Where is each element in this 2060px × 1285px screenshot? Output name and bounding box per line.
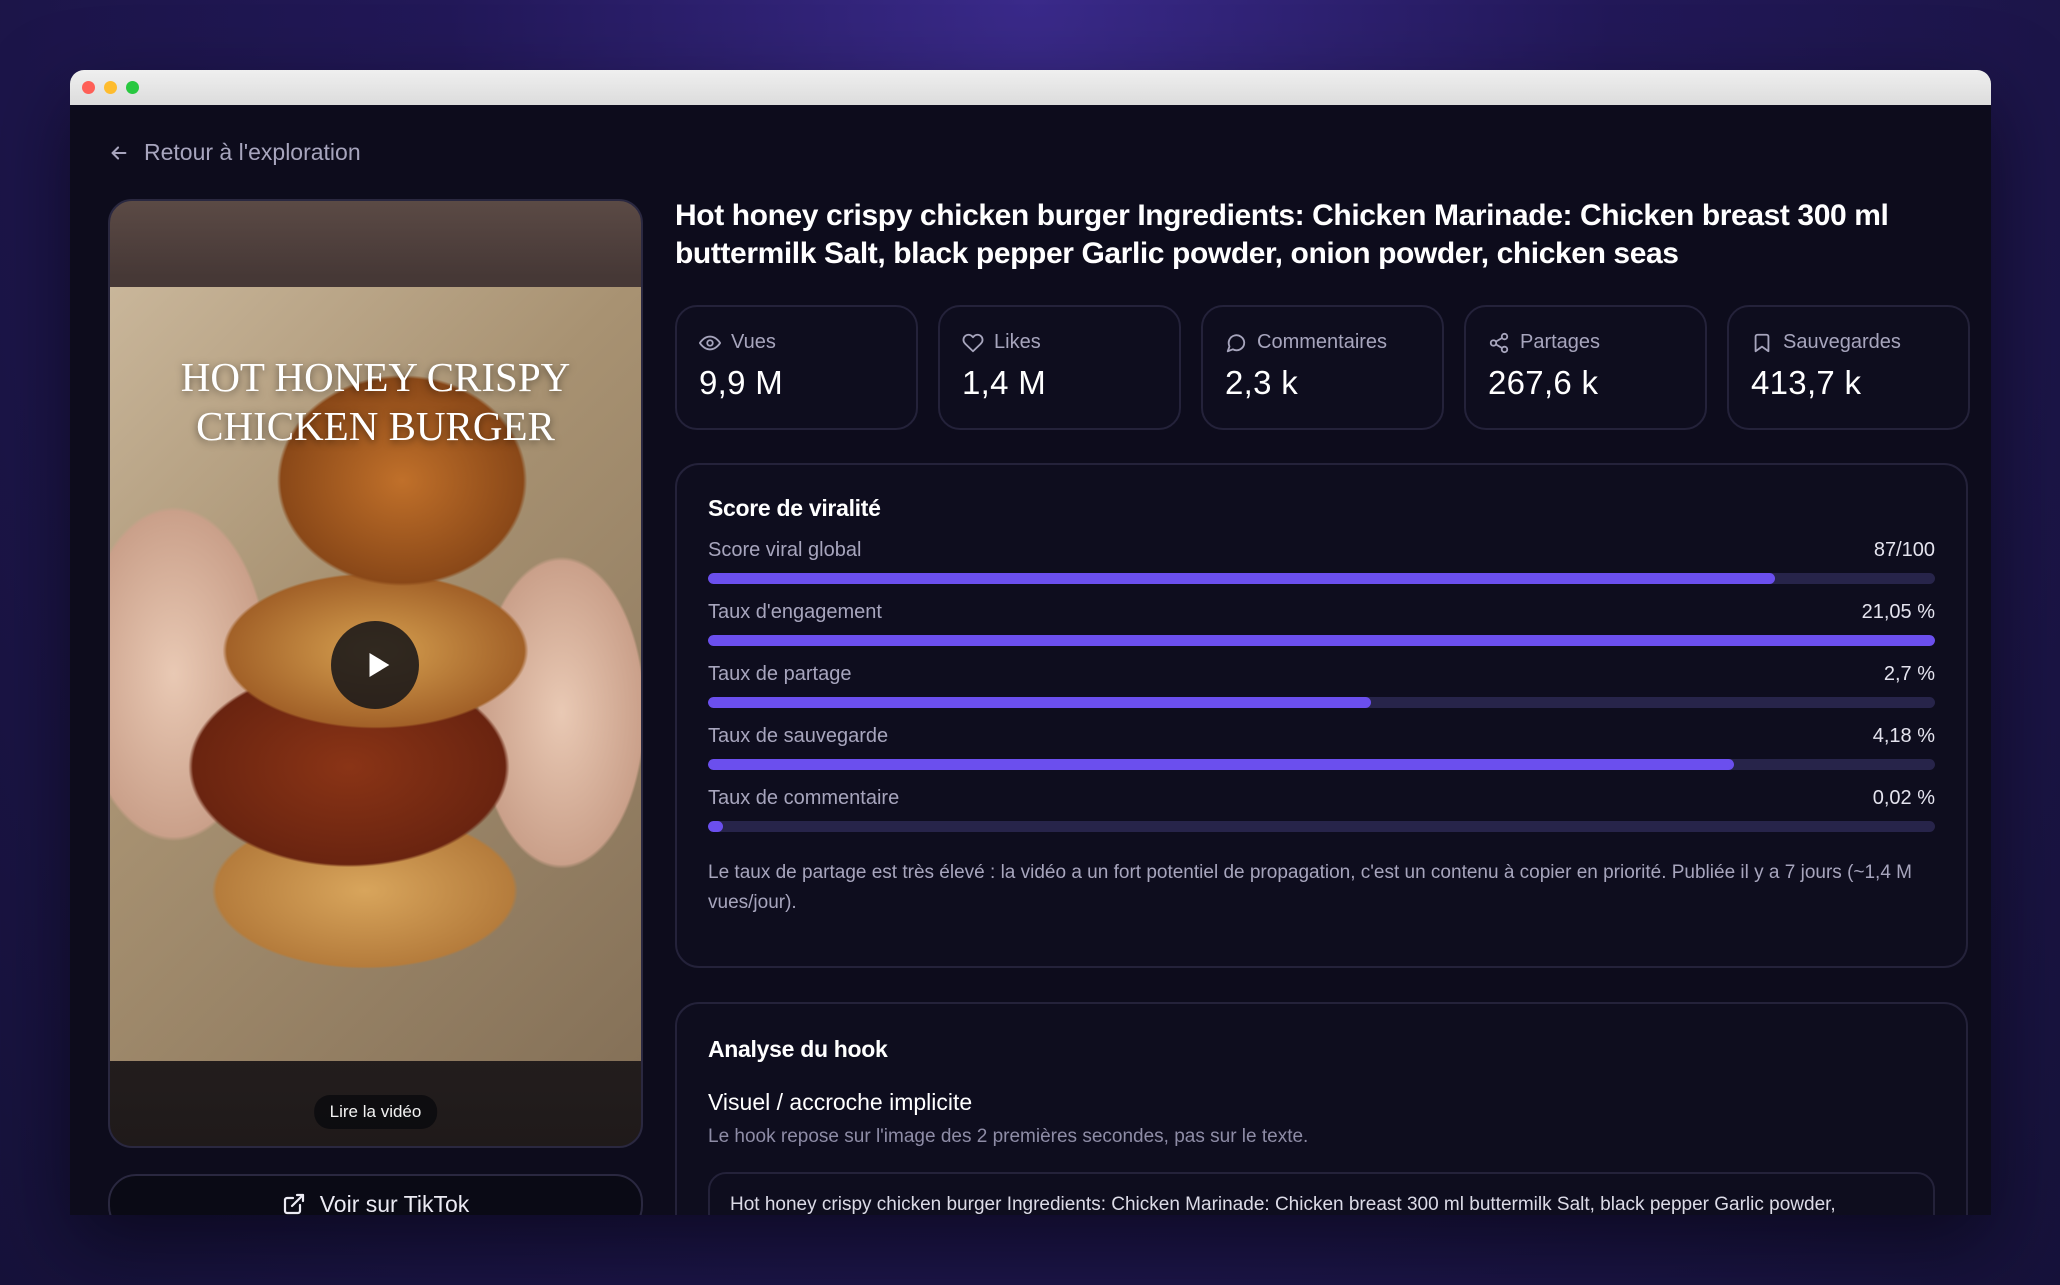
progress-bar (708, 635, 1935, 646)
stat-label: Sauvegardes (1783, 331, 1901, 353)
comment-icon (1226, 333, 1246, 352)
stat-label: Likes (994, 331, 1041, 353)
hook-panel: Analyse du hook Visuel / accroche implic… (675, 1002, 1968, 1215)
close-window-button[interactable] (82, 81, 95, 94)
progress-bar (708, 759, 1935, 770)
stat-card-likes: Likes 1,4 M (938, 305, 1181, 430)
metric-comment-rate: Taux de commentaire 0,02 % (708, 787, 1935, 832)
play-button[interactable] (331, 621, 419, 709)
virality-note: Le taux de partage est très élevé : la v… (708, 862, 1913, 913)
stat-card-shares: Partages 267,6 k (1464, 305, 1707, 430)
stat-label: Vues (731, 331, 776, 353)
metric-value: 21,05 % (1861, 601, 1935, 623)
arrow-left-icon (111, 145, 127, 160)
stat-label: Commentaires (1257, 331, 1388, 353)
progress-bar (708, 821, 1935, 832)
metric-label: Taux de partage (708, 663, 852, 685)
progress-fill (708, 635, 1935, 646)
metric-value: 2,7 % (1883, 663, 1935, 685)
hook-title: Analyse du hook (708, 1036, 888, 1062)
play-icon (369, 652, 389, 678)
stat-value: 2,3 k (1225, 364, 1299, 401)
progress-fill (708, 821, 723, 832)
progress-fill (708, 697, 1371, 708)
metric-label: Taux d'engagement (708, 601, 882, 623)
video-headline: Hot honey crispy chicken burger Ingredie… (675, 199, 1889, 270)
play-video-chip[interactable]: Lire la vidéo (313, 1095, 438, 1129)
hook-quote: Hot honey crispy chicken burger Ingredie… (708, 1172, 1935, 1215)
video-player[interactable]: HOT HONEY CRISPY CHICKEN BURGER Lire la … (108, 199, 643, 1148)
stat-value: 9,9 M (699, 364, 784, 401)
stat-card-views: Vues 9,9 M (675, 305, 918, 430)
bookmark-icon (1754, 333, 1770, 352)
hook-type: Visuel / accroche implicite (708, 1089, 973, 1115)
progress-bar (708, 697, 1935, 708)
stats-row: Vues 9,9 M Likes 1,4 M Commentaires 2,3 … (675, 305, 1970, 430)
page-content: Retour à l'exploration HOT HONEY CRISPY … (70, 105, 1991, 1215)
video-overlay-title: HOT HONEY CRISPY CHICKEN BURGER (180, 354, 571, 449)
stat-value: 267,6 k (1488, 364, 1599, 401)
stat-card-comments: Commentaires 2,3 k (1201, 305, 1444, 430)
metric-viral-score: Score viral global 87/100 (708, 539, 1935, 584)
minimize-window-button[interactable] (104, 81, 117, 94)
back-link-label: Retour à l'exploration (144, 139, 361, 165)
metric-engagement-rate: Taux d'engagement 21,05 % (708, 601, 1935, 646)
stat-value: 413,7 k (1751, 364, 1862, 401)
view-on-tiktok-label: Voir sur TikTok (319, 1190, 470, 1216)
metric-save-rate: Taux de sauvegarde 4,18 % (708, 725, 1935, 770)
metric-share-rate: Taux de partage 2,7 % (708, 663, 1935, 708)
maximize-window-button[interactable] (126, 81, 139, 94)
progress-bar (708, 573, 1935, 584)
stat-label: Partages (1520, 331, 1601, 353)
progress-fill (708, 573, 1776, 584)
eye-icon (699, 335, 721, 350)
view-on-tiktok-button[interactable]: Voir sur TikTok (108, 1174, 643, 1215)
metric-label: Taux de sauvegarde (708, 725, 889, 747)
external-link-icon (283, 1193, 304, 1215)
virality-title: Score de viralité (708, 495, 881, 521)
heart-icon (962, 333, 984, 352)
window-titlebar (70, 70, 1991, 105)
metric-label: Taux de commentaire (708, 787, 900, 809)
stat-card-saves: Sauvegardes 413,7 k (1727, 305, 1970, 430)
progress-fill (708, 759, 1734, 770)
metric-label: Score viral global (708, 539, 862, 561)
metric-value: 4,18 % (1872, 725, 1935, 747)
stat-value: 1,4 M (962, 364, 1047, 401)
metric-value: 87/100 (1873, 539, 1935, 561)
metric-value: 0,02 % (1872, 787, 1935, 809)
back-link[interactable]: Retour à l'exploration (108, 139, 361, 166)
share-icon (1489, 332, 1509, 353)
hook-description: Le hook repose sur l'image des 2 premièr… (708, 1126, 1309, 1147)
browser-window: Retour à l'exploration HOT HONEY CRISPY … (70, 70, 1991, 1215)
virality-panel: Score de viralité Score viral global 87/… (675, 463, 1968, 968)
